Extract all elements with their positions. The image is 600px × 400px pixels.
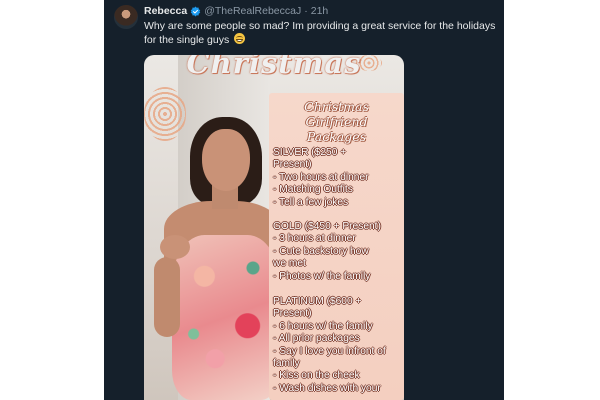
- package-item: - Tell a few jokes: [273, 196, 349, 208]
- tweet-header: Rebecca @TheRealRebeccaJ · 21h: [144, 4, 494, 18]
- hand: [160, 235, 190, 259]
- package-item: family: [273, 358, 300, 370]
- card-title: Christmas Girlfriend Packages: [275, 99, 398, 144]
- package-item: - Kiss on the cheek: [273, 370, 360, 382]
- package-item: - All prior packages: [273, 333, 360, 345]
- screenshot-canvas: Rebecca @TheRealRebeccaJ · 21h Why are s…: [0, 0, 600, 400]
- face: [202, 129, 250, 191]
- floral-dress: [172, 235, 280, 400]
- package-item: - Wash dishes with your: [273, 382, 381, 394]
- package-item: - Photos w/ the family: [273, 270, 371, 282]
- gold-package: GOLD ($450 + Present) - 3 hours at dinne…: [273, 221, 403, 283]
- separator-dot: ·: [304, 5, 308, 17]
- timestamp[interactable]: 21h: [311, 5, 329, 17]
- package-item: - Say I love you infront of: [273, 345, 386, 357]
- package-header: PLATINUM ($600 +: [273, 296, 362, 307]
- card-title-line2: Packages: [306, 129, 367, 144]
- user-handle[interactable]: @TheRealRebeccaJ: [204, 5, 301, 17]
- silver-package: SILVER ($250 + Present) - Two hours at d…: [273, 147, 403, 209]
- package-header: GOLD ($450 + Present): [273, 221, 381, 232]
- christmas-title: Christmas: [186, 55, 362, 80]
- package-header: Present): [273, 159, 312, 171]
- arm: [154, 257, 180, 337]
- package-item: - 3 hours at dinner: [273, 233, 356, 245]
- woman-photo: [152, 117, 282, 400]
- tweet[interactable]: Rebecca @TheRealRebeccaJ · 21h Why are s…: [104, 0, 504, 400]
- packages-card: Christmas Girlfriend Packages SILVER ($2…: [269, 93, 404, 400]
- package-item: - Two hours at dinner: [273, 171, 369, 183]
- display-name[interactable]: Rebecca: [144, 5, 187, 17]
- card-title-line1: Christmas Girlfriend: [304, 99, 369, 129]
- package-item: - Matching Outfits: [273, 184, 353, 196]
- tweet-body: Why are some people so mad? Im providing…: [144, 20, 496, 46]
- verified-badge-icon: [190, 6, 201, 17]
- tweet-text: Why are some people so mad? Im providing…: [144, 19, 496, 47]
- package-item: - 6 hours w/ the family: [273, 320, 373, 332]
- package-item: - Cute backstory how: [273, 245, 369, 257]
- avatar[interactable]: [114, 5, 138, 29]
- tweet-image[interactable]: Christmas Girlfriend Packages SILVER ($2…: [144, 55, 404, 400]
- package-header: Present): [273, 308, 312, 320]
- package-header: SILVER ($250 +: [273, 147, 347, 158]
- grinning-face-emoji-icon: [234, 33, 246, 44]
- package-item: we met: [273, 258, 306, 270]
- platinum-package: PLATINUM ($600 + Present) - 6 hours w/ t…: [273, 296, 403, 395]
